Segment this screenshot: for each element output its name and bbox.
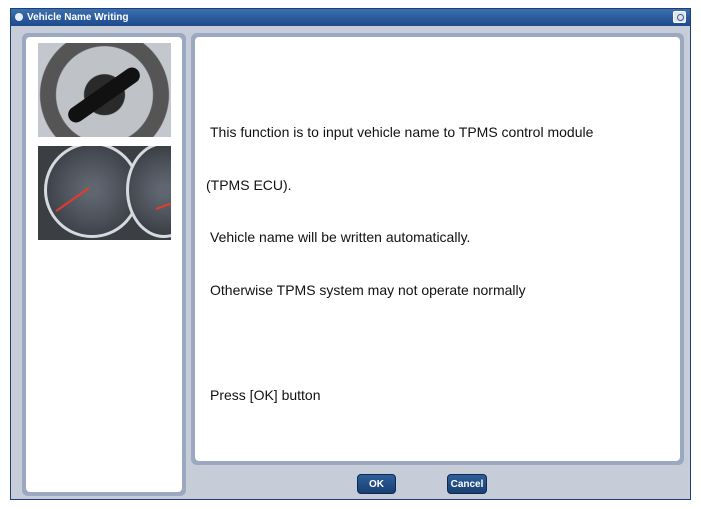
window-title: Vehicle Name Writing xyxy=(27,12,129,23)
title-bar: Vehicle Name Writing xyxy=(11,9,690,26)
cancel-button[interactable]: Cancel xyxy=(447,474,487,494)
instruction-line-5 xyxy=(210,334,670,352)
image-panel-inner xyxy=(26,37,182,492)
dialog-window: Vehicle Name Writing This function is to… xyxy=(10,8,691,500)
instruction-line-2: (TPMS ECU). xyxy=(206,176,292,193)
instrument-cluster-image xyxy=(38,146,171,240)
message-panel-inner: This function is to input vehicle name t… xyxy=(195,37,680,461)
instruction-line-4: Otherwise TPMS system may not operate no… xyxy=(210,281,526,298)
instruction-line-3: Vehicle name will be written automatical… xyxy=(210,229,471,245)
ok-button[interactable]: OK xyxy=(357,474,396,494)
instruction-text: This function is to input vehicle name t… xyxy=(206,89,670,439)
restore-icon[interactable] xyxy=(673,11,686,23)
app-icon xyxy=(15,13,23,21)
speedometer-gauge xyxy=(126,146,171,238)
instruction-line-6: Press [OK] button xyxy=(210,386,321,403)
ignition-key-image xyxy=(38,43,171,137)
instruction-line-1: This function is to input vehicle name t… xyxy=(210,124,594,140)
message-panel: This function is to input vehicle name t… xyxy=(191,33,684,465)
image-panel xyxy=(22,33,186,496)
